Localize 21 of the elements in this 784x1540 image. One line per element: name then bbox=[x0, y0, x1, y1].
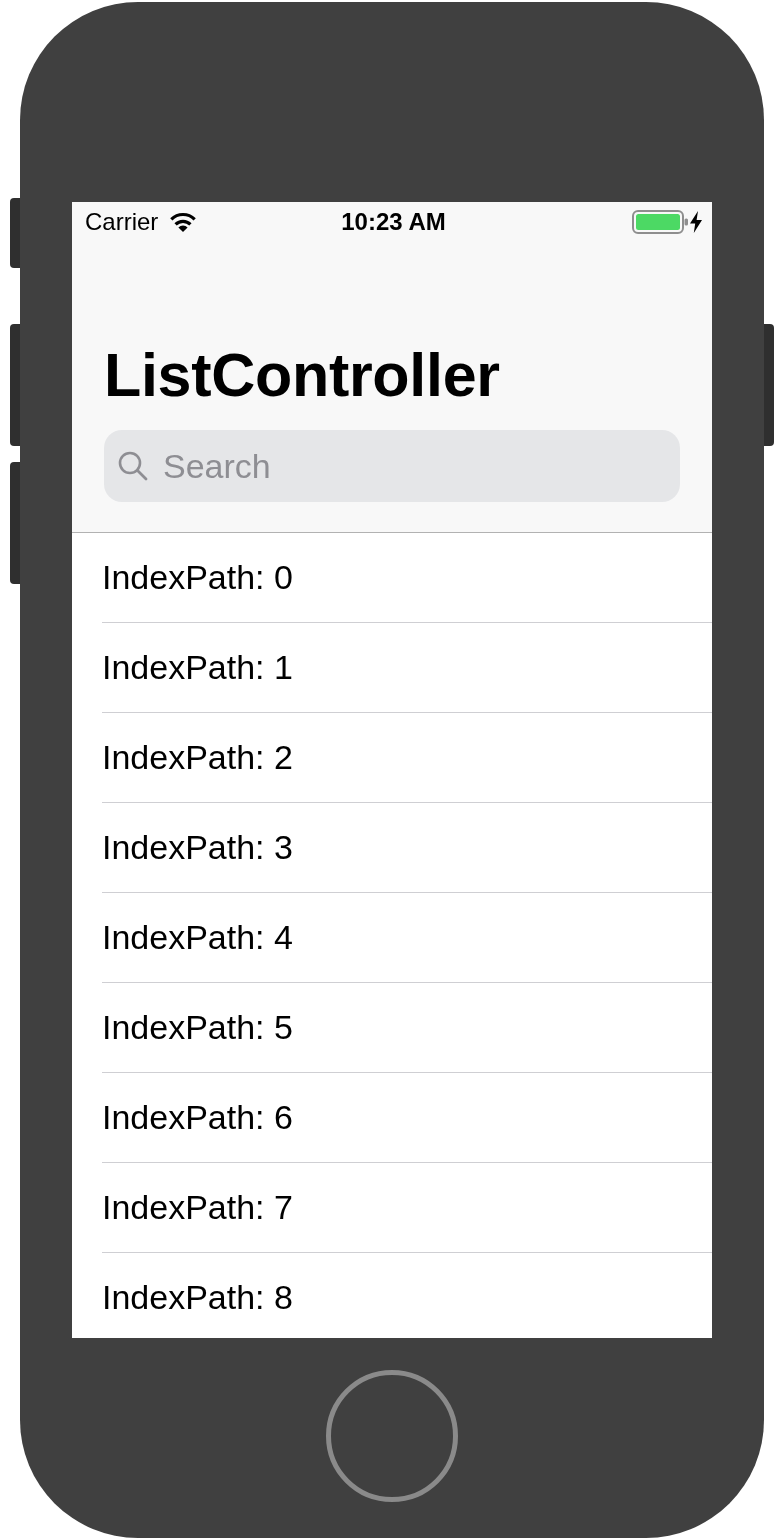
list-row[interactable]: IndexPath: 7 bbox=[102, 1163, 712, 1253]
list-row[interactable]: IndexPath: 4 bbox=[102, 893, 712, 983]
list-row[interactable]: IndexPath: 8 bbox=[102, 1253, 712, 1338]
list-row[interactable]: IndexPath: 6 bbox=[102, 1073, 712, 1163]
side-button[interactable] bbox=[10, 462, 20, 584]
home-button[interactable] bbox=[326, 1370, 458, 1502]
search-field[interactable]: Search bbox=[104, 430, 680, 502]
side-button[interactable] bbox=[764, 324, 774, 446]
side-button[interactable] bbox=[10, 198, 20, 268]
carrier-label: Carrier bbox=[85, 208, 159, 236]
list-row[interactable]: IndexPath: 0 bbox=[102, 533, 712, 623]
search-icon bbox=[118, 451, 148, 481]
list-row[interactable]: IndexPath: 3 bbox=[102, 803, 712, 893]
side-button[interactable] bbox=[10, 324, 20, 446]
list-row[interactable]: IndexPath: 5 bbox=[102, 983, 712, 1073]
list-row[interactable]: IndexPath: 1 bbox=[102, 623, 712, 713]
time-label: 10:23 AM bbox=[341, 208, 446, 236]
screen-title: ListController bbox=[104, 340, 501, 411]
battery-icon bbox=[632, 210, 688, 234]
list-row[interactable]: IndexPath: 2 bbox=[102, 713, 712, 803]
wifi-icon bbox=[169, 212, 198, 232]
